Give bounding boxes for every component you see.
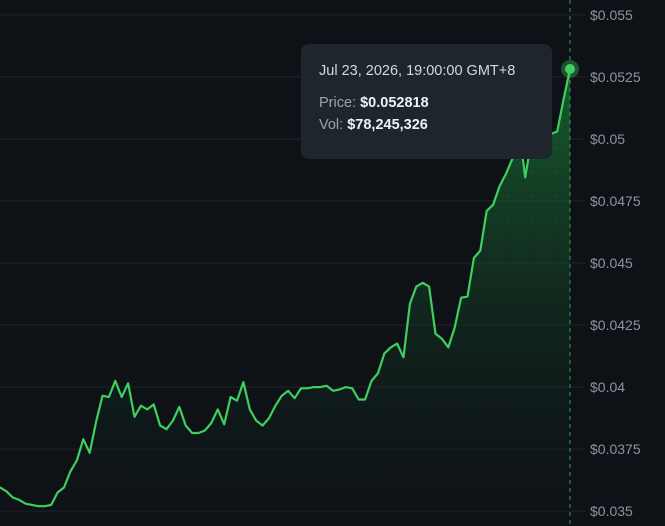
y-tick-label: $0.05 [590,131,625,147]
y-axis: $0.055 $0.0525 $0.05 $0.0475 $0.045 $0.0425 $0… [590,7,641,519]
y-tick-label: $0.0425 [590,317,641,333]
y-tick-label: $0.0525 [590,69,641,85]
y-tick-label: $0.045 [590,255,633,271]
y-tick-label: $0.035 [590,503,633,519]
y-tick-label: $0.0375 [590,441,641,457]
y-tick-label: $0.055 [590,7,633,23]
tooltip-price-label: Price: [319,95,357,111]
tooltip-price-value: $0.052818 [360,95,429,111]
hover-point[interactable] [565,64,575,75]
tooltip-price-row: Price: $0.052818 [319,95,552,111]
tooltip-volume-row: Vol: $78,245,326 [319,117,552,133]
price-tooltip: Jul 23, 2026, 19:00:00 GMT+8 Price: $0.0… [301,44,552,159]
y-tick-label: $0.0475 [590,193,641,209]
tooltip-time: Jul 23, 2026, 19:00:00 GMT+8 [319,63,516,79]
tooltip-volume-label: Vol: [319,117,344,133]
y-tick-label: $0.04 [590,379,625,395]
tooltip-volume-value: $78,245,326 [347,117,428,133]
